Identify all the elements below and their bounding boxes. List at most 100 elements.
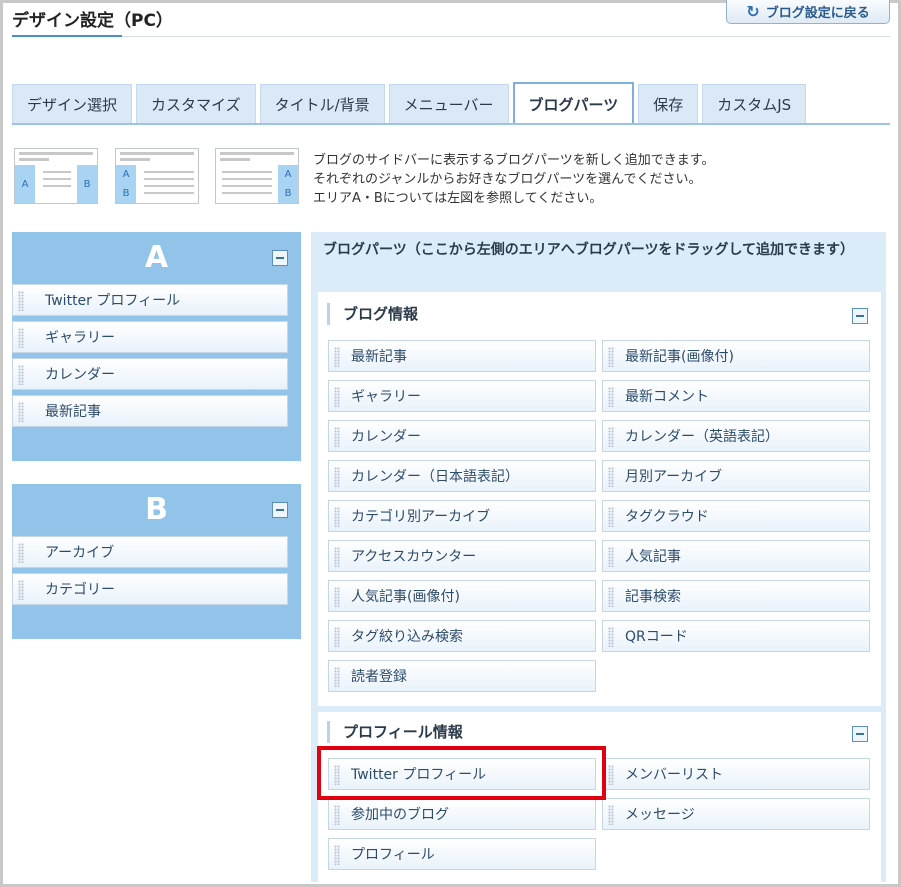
area-a-label: A bbox=[144, 240, 169, 275]
drag-handle-icon bbox=[608, 587, 614, 607]
thumb-right-column: A B bbox=[278, 165, 298, 203]
part-label: メッセージ bbox=[625, 807, 695, 823]
title-divider bbox=[12, 36, 890, 37]
part-label: QRコード bbox=[625, 629, 688, 645]
blog-part-item[interactable]: タグクラウド bbox=[602, 500, 870, 532]
area-b-item[interactable]: アーカイブ bbox=[12, 536, 288, 568]
layout-thumbnail-left-stacked: A B bbox=[115, 148, 199, 204]
drag-handle-icon bbox=[334, 387, 340, 407]
part-label: タグ絞り込み検索 bbox=[351, 629, 463, 645]
drag-handle-icon bbox=[608, 627, 614, 647]
area-item-label: ギャラリー bbox=[45, 330, 115, 346]
tab-blog-parts[interactable]: ブログパーツ bbox=[512, 82, 635, 124]
drag-handle-icon bbox=[608, 805, 614, 825]
back-to-blog-settings-button[interactable]: ↻ ブログ設定に戻る bbox=[726, 0, 890, 24]
drag-handle-icon bbox=[18, 291, 24, 311]
part-label: カレンダー（日本語表記） bbox=[351, 469, 519, 485]
drag-handle-icon bbox=[608, 347, 614, 367]
part-label: メンバーリスト bbox=[625, 767, 723, 783]
area-a-item[interactable]: Twitter プロフィール bbox=[12, 284, 288, 316]
drag-handle-icon bbox=[608, 467, 614, 487]
part-label: 最新記事 bbox=[351, 349, 407, 365]
blog-part-item[interactable]: 最新コメント bbox=[602, 380, 870, 412]
part-label: 月別アーカイブ bbox=[625, 469, 723, 485]
drag-handle-icon bbox=[18, 402, 24, 422]
thumb-area-b: B bbox=[284, 188, 292, 199]
part-label: カレンダー（英語表記） bbox=[625, 429, 779, 445]
area-a-item[interactable]: カレンダー bbox=[12, 358, 288, 390]
area-a-item[interactable]: 最新記事 bbox=[12, 395, 288, 427]
tab-design-select[interactable]: デザイン選択 bbox=[12, 84, 133, 124]
drag-handle-icon bbox=[18, 543, 24, 563]
drag-handle-icon bbox=[608, 765, 614, 785]
blog-part-item[interactable]: 最新記事 bbox=[328, 340, 596, 372]
intro-text: ブログのサイドバーに表示するブログパーツを新しく追加できます。 それぞれのジャン… bbox=[313, 151, 714, 208]
blog-part-item[interactable]: カレンダー（日本語表記） bbox=[328, 460, 596, 492]
area-b-collapse-icon[interactable] bbox=[272, 502, 288, 518]
blog-part-item[interactable]: ギャラリー bbox=[328, 380, 596, 412]
blog-part-item[interactable]: カテゴリ別アーカイブ bbox=[328, 500, 596, 532]
part-label: タグクラウド bbox=[625, 509, 709, 525]
blog-part-item[interactable]: メンバーリスト bbox=[602, 758, 870, 790]
intro-line: エリアA・Bについては左図を参照してください。 bbox=[313, 191, 603, 206]
tab-custom-js[interactable]: カスタムJS bbox=[702, 84, 807, 124]
thumb-area-a: A bbox=[15, 165, 35, 203]
blog-info-title: ブログ情報 bbox=[327, 303, 418, 325]
area-b-item[interactable]: カテゴリー bbox=[12, 573, 288, 605]
thumb-left-column: A B bbox=[116, 165, 136, 203]
part-label: 読者登録 bbox=[351, 669, 407, 685]
area-item-label: Twitter プロフィール bbox=[45, 293, 181, 309]
tab-save[interactable]: 保存 bbox=[638, 84, 699, 124]
profile-info-collapse-icon[interactable] bbox=[852, 726, 868, 742]
blog-part-item[interactable]: メッセージ bbox=[602, 798, 870, 830]
part-label: 記事検索 bbox=[625, 589, 681, 605]
blog-part-item[interactable]: アクセスカウンター bbox=[328, 540, 596, 572]
blog-part-item[interactable]: 人気記事(画像付) bbox=[328, 580, 596, 612]
blog-part-item[interactable]: カレンダー bbox=[328, 420, 596, 452]
drag-handle-icon bbox=[18, 365, 24, 385]
blog-part-item[interactable]: QRコード bbox=[602, 620, 870, 652]
blog-parts-heading: ブログパーツ（ここから左側のエリアへブログパーツをドラッグして追加できます） bbox=[323, 242, 855, 258]
blog-part-item[interactable]: 月別アーカイブ bbox=[602, 460, 870, 492]
blog-part-item[interactable]: 読者登録 bbox=[328, 660, 596, 692]
part-label: アクセスカウンター bbox=[351, 549, 477, 565]
intro-line: それぞれのジャンルからお好きなブログパーツを選んでください。 bbox=[313, 172, 702, 187]
part-label: 参加中のブログ bbox=[351, 807, 449, 823]
profile-info-title: プロフィール情報 bbox=[327, 721, 463, 743]
drag-handle-icon bbox=[608, 387, 614, 407]
part-label: 最新記事(画像付) bbox=[625, 349, 734, 365]
blog-part-item[interactable]: 人気記事 bbox=[602, 540, 870, 572]
blog-part-item[interactable]: プロフィール bbox=[328, 838, 596, 870]
drag-handle-icon bbox=[18, 580, 24, 600]
drag-handle-icon bbox=[334, 587, 340, 607]
area-item-label: カテゴリー bbox=[45, 582, 115, 598]
layout-thumbnail-a-b-split: A B bbox=[14, 148, 98, 204]
area-b-label: B bbox=[145, 492, 168, 527]
title-underline bbox=[12, 35, 122, 37]
area-item-label: カレンダー bbox=[45, 367, 115, 383]
part-label: 人気記事 bbox=[625, 549, 681, 565]
drag-handle-icon bbox=[608, 547, 614, 567]
tab-menubar[interactable]: メニューバー bbox=[388, 84, 509, 124]
part-label: ギャラリー bbox=[351, 389, 421, 405]
drag-handle-icon bbox=[334, 507, 340, 527]
drag-handle-icon bbox=[334, 667, 340, 687]
part-label: カレンダー bbox=[351, 429, 421, 445]
blog-part-item[interactable]: 記事検索 bbox=[602, 580, 870, 612]
blog-part-item[interactable]: タグ絞り込み検索 bbox=[328, 620, 596, 652]
drag-handle-icon bbox=[334, 467, 340, 487]
thumb-area-b: B bbox=[77, 165, 97, 203]
thumb-area-b: B bbox=[122, 188, 130, 199]
tab-title-background[interactable]: タイトル/背景 bbox=[259, 84, 385, 124]
drag-handle-icon bbox=[608, 507, 614, 527]
area-a-item[interactable]: ギャラリー bbox=[12, 321, 288, 353]
blog-part-item[interactable]: カレンダー（英語表記） bbox=[602, 420, 870, 452]
drag-handle-icon bbox=[334, 347, 340, 367]
blog-part-item[interactable]: 参加中のブログ bbox=[328, 798, 596, 830]
blog-part-item[interactable]: 最新記事(画像付) bbox=[602, 340, 870, 372]
area-a-collapse-icon[interactable] bbox=[272, 250, 288, 266]
intro-line: ブログのサイドバーに表示するブログパーツを新しく追加できます。 bbox=[313, 153, 715, 168]
part-label: 最新コメント bbox=[625, 389, 709, 405]
tab-customize[interactable]: カスタマイズ bbox=[136, 84, 256, 124]
blog-info-collapse-icon[interactable] bbox=[852, 308, 868, 324]
